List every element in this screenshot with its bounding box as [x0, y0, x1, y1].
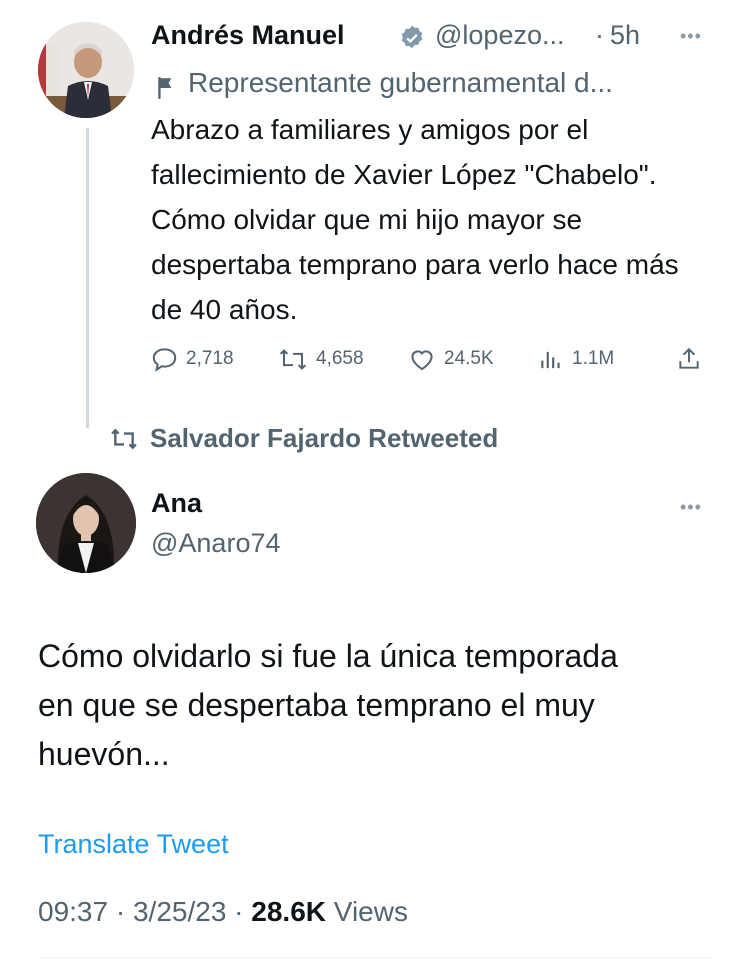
retweet-banner-icon — [108, 426, 140, 457]
avatar-ana[interactable] — [36, 473, 136, 573]
divider — [38, 957, 711, 958]
tweet-date-ana[interactable]: 3/25/23 — [133, 896, 226, 927]
tweet-body-ana: Cómo olvidarlo si fue la única temporada… — [38, 638, 618, 772]
views-icon — [538, 346, 564, 373]
handle-time-separator: · — [595, 20, 604, 50]
meta-separator: · — [115, 896, 126, 927]
translate-tweet-link[interactable]: Translate Tweet — [38, 829, 229, 860]
retweet-icon — [278, 346, 308, 373]
like-count: 24.5K — [444, 348, 494, 369]
views-count-ana[interactable]: 28.6K — [251, 896, 326, 927]
views-label-ana: Views — [333, 896, 408, 927]
retweet-count: 4,658 — [316, 348, 364, 369]
reply-action[interactable]: 2,718 — [151, 344, 234, 374]
views-count: 1.1M — [572, 348, 615, 369]
like-action[interactable]: 24.5K — [408, 344, 494, 374]
verified-icon — [398, 24, 426, 57]
reply-count: 2,718 — [186, 348, 234, 369]
more-icon[interactable]: ••• — [680, 26, 702, 47]
flag-icon — [154, 75, 180, 106]
share-action[interactable] — [676, 344, 702, 374]
author-handle-ana[interactable]: @Anaro74 — [151, 528, 281, 559]
author-name-ana[interactable]: Ana — [151, 488, 202, 519]
retweet-banner[interactable]: Salvador Fajardo Retweeted — [150, 423, 498, 454]
more-icon[interactable]: ••• — [680, 497, 702, 518]
thread-line — [86, 128, 89, 428]
tweet-time[interactable]: 5h — [610, 20, 640, 51]
retweet-action[interactable]: 4,658 — [278, 344, 364, 374]
meta-separator: · — [234, 896, 244, 927]
like-icon — [408, 346, 436, 373]
tweet-body: Abrazo a familiares y amigos por el fall… — [151, 114, 679, 325]
author-handle[interactable]: @lopezo... — [435, 20, 564, 51]
tweet-meta: 09:37 · 3/25/23 · 28.6K Views — [38, 896, 408, 928]
views-action[interactable]: 1.1M — [538, 344, 614, 374]
reply-icon — [151, 346, 178, 373]
avatar-andres[interactable] — [38, 22, 134, 118]
share-icon — [676, 345, 702, 373]
government-label[interactable]: Representante gubernamental d... — [188, 67, 613, 99]
author-name[interactable]: Andrés Manuel — [151, 20, 345, 51]
tweet-time-ana[interactable]: 09:37 — [38, 896, 108, 927]
